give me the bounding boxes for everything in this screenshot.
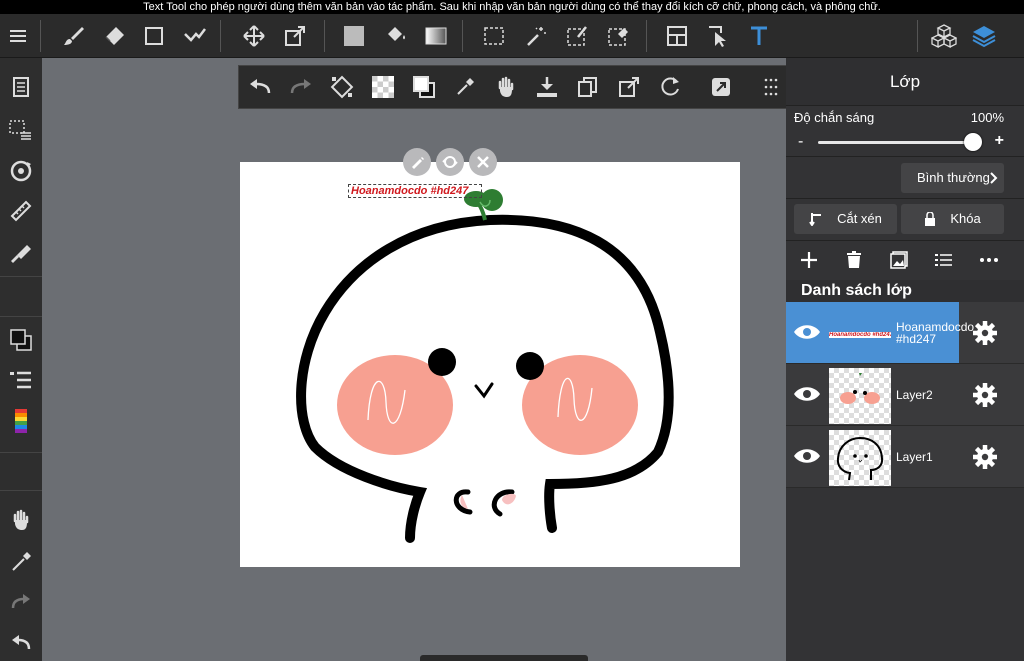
clip-button[interactable]: Cắt xén xyxy=(794,204,897,234)
layer-thumbnail: Hoanamdocdo #hd247 xyxy=(829,306,891,362)
select-pen-icon[interactable] xyxy=(559,14,595,58)
gradient-icon[interactable] xyxy=(418,14,454,58)
frame-divider-icon[interactable] xyxy=(659,14,695,58)
clip-arrow-icon xyxy=(809,213,822,226)
correction-icon[interactable] xyxy=(177,14,213,58)
undo-icon[interactable] xyxy=(239,66,280,108)
close-icon[interactable] xyxy=(469,148,497,176)
opacity-value: 100% xyxy=(970,110,1004,125)
left-toolbar xyxy=(0,58,42,661)
pages-icon[interactable] xyxy=(0,70,42,106)
lock-label: Khóa xyxy=(950,211,981,226)
ruler-icon[interactable] xyxy=(0,193,42,229)
layer-name: Layer2 xyxy=(896,387,933,402)
snap-brush-icon[interactable] xyxy=(0,234,42,270)
text-object[interactable]: Hoanamdocdo #hd247 xyxy=(348,184,482,198)
trash-icon[interactable] xyxy=(834,248,874,272)
layer-image-icon[interactable] xyxy=(879,248,919,272)
fill-color-icon[interactable] xyxy=(336,14,372,58)
hand-icon[interactable] xyxy=(0,502,42,538)
menu-icon[interactable] xyxy=(0,14,36,58)
artwork xyxy=(296,189,674,543)
duplicate-icon[interactable] xyxy=(567,66,608,108)
transform-icon[interactable] xyxy=(608,66,649,108)
move-icon[interactable] xyxy=(236,14,272,58)
drawing-canvas[interactable] xyxy=(240,162,740,567)
undo-icon[interactable] xyxy=(0,625,42,661)
operation-icon[interactable] xyxy=(700,14,736,58)
rotate-view-icon[interactable] xyxy=(0,153,42,189)
blend-mode-label: Bình thường xyxy=(917,170,990,185)
selection-list-icon[interactable] xyxy=(0,112,42,148)
layers-panel: Lớp Độ chắn sáng 100% - + Bình thường Cắ… xyxy=(786,58,1024,661)
more-grid-icon[interactable] xyxy=(750,66,791,108)
gear-icon[interactable] xyxy=(972,320,998,346)
layer-list-icon[interactable] xyxy=(924,248,964,272)
eye-icon[interactable] xyxy=(792,382,822,406)
move-text-button[interactable] xyxy=(436,148,464,176)
layer-row[interactable]: Hoanamdocdo #hd247 Hoanamdocdo #hd247 xyxy=(786,302,1024,364)
status-bar xyxy=(420,655,588,661)
hand-icon[interactable] xyxy=(485,66,526,108)
opacity-slider[interactable] xyxy=(818,141,973,144)
color-palette-icon[interactable] xyxy=(0,404,42,440)
layer-thumbnail-text: Hoanamdocdo #hd247 xyxy=(829,332,891,338)
add-layer-icon[interactable] xyxy=(789,248,829,272)
eraser-icon[interactable] xyxy=(96,14,132,58)
select-eraser-icon[interactable] xyxy=(600,14,636,58)
bucket-icon[interactable] xyxy=(377,14,413,58)
layer-name: Layer1 xyxy=(896,449,933,464)
opacity-increase-button[interactable]: + xyxy=(995,132,1004,150)
opacity-label: Độ chắn sáng xyxy=(794,110,875,125)
opacity-decrease-button[interactable]: - xyxy=(798,133,803,151)
layers-icon[interactable] xyxy=(966,14,1002,58)
opacity-slider-thumb[interactable] xyxy=(964,133,982,151)
redo-icon[interactable] xyxy=(280,66,321,108)
rotate-icon[interactable] xyxy=(649,66,690,108)
tool-tip-banner: Text Tool cho phép người dùng thêm văn b… xyxy=(0,0,1024,14)
chevron-right-icon xyxy=(990,172,998,184)
layer-thumbnail xyxy=(829,368,891,424)
share-icon[interactable] xyxy=(700,66,741,108)
layer-row[interactable]: Layer1 xyxy=(786,426,1024,488)
redo-icon[interactable] xyxy=(0,584,42,620)
brush-list-icon[interactable] xyxy=(0,363,42,399)
eye-icon[interactable] xyxy=(792,320,822,344)
materials-icon[interactable] xyxy=(926,14,962,58)
sub-toolbar xyxy=(238,65,793,109)
gear-icon[interactable] xyxy=(972,382,998,408)
eyedropper-icon[interactable] xyxy=(444,66,485,108)
magic-wand-icon[interactable] xyxy=(518,14,554,58)
layer-name: Hoanamdocdo #hd247 xyxy=(896,319,975,346)
save-download-icon[interactable] xyxy=(526,66,567,108)
panel-title: Lớp xyxy=(786,58,1024,106)
layer-row[interactable]: Layer2 xyxy=(786,364,1024,426)
edit-text-button[interactable] xyxy=(403,148,431,176)
lock-icon xyxy=(925,212,936,226)
layer-thumbnail xyxy=(829,430,891,486)
eye-icon[interactable] xyxy=(792,444,822,468)
transform-rotate-icon[interactable] xyxy=(321,66,362,108)
selection-icon[interactable] xyxy=(476,14,512,58)
color-swatch-icon[interactable] xyxy=(0,322,42,358)
clip-label: Cắt xén xyxy=(837,211,882,226)
more-icon[interactable] xyxy=(969,248,1009,272)
top-toolbar xyxy=(0,14,1024,58)
text-tool-icon[interactable] xyxy=(741,14,777,58)
shape-icon[interactable] xyxy=(136,14,172,58)
transform-icon[interactable] xyxy=(277,14,313,58)
brush-icon[interactable] xyxy=(55,14,91,58)
blend-mode-button[interactable]: Bình thường xyxy=(901,163,1004,193)
color-swap-icon[interactable] xyxy=(403,66,444,108)
layer-list-header: Danh sách lớp xyxy=(786,280,1024,302)
transparent-icon[interactable] xyxy=(362,66,403,108)
lock-button[interactable]: Khóa xyxy=(901,204,1004,234)
eyedropper-icon[interactable] xyxy=(0,544,42,580)
gear-icon[interactable] xyxy=(972,444,998,470)
